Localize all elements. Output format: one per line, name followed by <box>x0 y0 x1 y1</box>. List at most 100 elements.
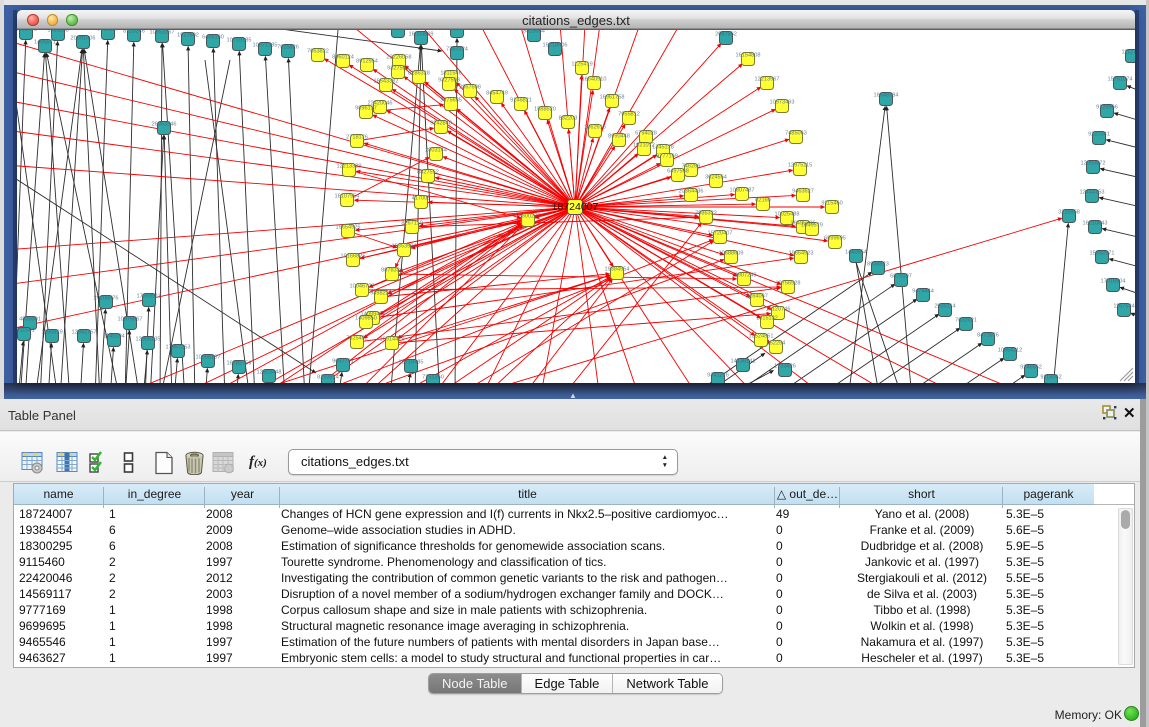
svg-text:62160: 62160 <box>755 198 771 204</box>
svg-text:6794028: 6794028 <box>635 131 657 137</box>
svg-text:16961758: 16961758 <box>600 95 625 101</box>
svg-text:12444153: 12444153 <box>1080 190 1105 196</box>
svg-text:10973493: 10973493 <box>770 100 795 106</box>
svg-text:19384554: 19384554 <box>605 267 630 273</box>
svg-text:16914479: 16914479 <box>380 337 405 343</box>
svg-text:7485063: 7485063 <box>785 131 807 137</box>
svg-text:19654925: 19654925 <box>336 225 361 231</box>
svg-text:1811546: 1811546 <box>440 71 461 77</box>
svg-text:16543382: 16543382 <box>374 79 399 85</box>
svg-text:1167534: 1167534 <box>1113 304 1134 310</box>
svg-text:8293514: 8293514 <box>317 375 339 381</box>
svg-text:12213967: 12213967 <box>755 77 780 83</box>
svg-text:17957253: 17957253 <box>166 345 191 351</box>
svg-text:1145194: 1145194 <box>103 334 124 340</box>
svg-text:23226058: 23226058 <box>387 55 412 61</box>
svg-text:3215958: 3215958 <box>1058 210 1080 216</box>
svg-text:8960124: 8960124 <box>332 55 354 61</box>
svg-text:16782759: 16782759 <box>227 361 252 367</box>
svg-text:15751074: 15751074 <box>1108 77 1133 83</box>
svg-text:16033809: 16033809 <box>409 32 434 38</box>
svg-text:832203: 832203 <box>559 116 578 122</box>
svg-text:20206576: 20206576 <box>94 296 119 302</box>
svg-text:12213389: 12213389 <box>337 164 362 170</box>
svg-text:20691406: 20691406 <box>71 36 96 42</box>
svg-text:8990448: 8990448 <box>608 134 630 140</box>
svg-text:7955812: 7955812 <box>618 112 640 118</box>
svg-text:16107554: 16107554 <box>335 194 360 200</box>
svg-text:9714927: 9714927 <box>97 30 119 33</box>
svg-text:19166825: 19166825 <box>341 254 366 260</box>
svg-text:417006: 417006 <box>412 196 431 202</box>
svg-text:9463627: 9463627 <box>792 189 814 195</box>
svg-text:18907249: 18907249 <box>732 273 757 279</box>
svg-text:3911541: 3911541 <box>17 328 35 334</box>
svg-text:1156819: 1156819 <box>41 330 62 336</box>
svg-text:19654923: 19654923 <box>789 251 814 257</box>
svg-text:1981168: 1981168 <box>47 30 68 34</box>
svg-text:19756928: 19756928 <box>776 281 801 287</box>
svg-text:9242848: 9242848 <box>430 121 452 127</box>
svg-text:1345178: 1345178 <box>652 145 674 151</box>
svg-text:12093872: 12093872 <box>1081 161 1106 167</box>
svg-text:3624554: 3624554 <box>705 175 727 181</box>
svg-text:9146821: 9146821 <box>510 98 532 104</box>
svg-text:6899695: 6899695 <box>824 236 846 242</box>
svg-text:2867608: 2867608 <box>459 85 481 91</box>
svg-text:15353594: 15353594 <box>392 244 417 250</box>
svg-text:8912954: 8912954 <box>356 59 378 65</box>
svg-text:12942757: 12942757 <box>72 330 97 336</box>
svg-text:9777169: 9777169 <box>656 154 678 160</box>
svg-text:4835001: 4835001 <box>19 317 41 323</box>
svg-text:10671385: 10671385 <box>253 43 278 49</box>
svg-text:9115460: 9115460 <box>821 201 842 207</box>
svg-text:10688609: 10688609 <box>719 251 744 257</box>
svg-text:2803144: 2803144 <box>425 148 447 154</box>
svg-text:9474444: 9474444 <box>912 289 934 295</box>
svg-text:9498222: 9498222 <box>370 291 392 297</box>
svg-text:15300273: 15300273 <box>516 214 541 220</box>
svg-text:1666838: 1666838 <box>387 30 409 31</box>
svg-text:3875685: 3875685 <box>440 98 462 104</box>
svg-text:14136141: 14136141 <box>731 359 756 365</box>
svg-text:12923448: 12923448 <box>257 370 282 376</box>
svg-text:6879197: 6879197 <box>890 274 912 280</box>
svg-text:19218906: 19218906 <box>543 43 568 49</box>
svg-text:15716485: 15716485 <box>399 360 424 366</box>
svg-text:9245652: 9245652 <box>1020 365 1042 371</box>
svg-text:8186328: 8186328 <box>408 71 430 77</box>
svg-text:17016504: 17016504 <box>1101 279 1126 285</box>
svg-text:10120746: 10120746 <box>766 307 791 313</box>
svg-text:8878334: 8878334 <box>381 268 403 274</box>
svg-text:1409850: 1409850 <box>355 316 377 322</box>
svg-text:9129966: 9129966 <box>1096 105 1118 111</box>
svg-text:7251360: 7251360 <box>422 375 444 381</box>
svg-text:8454749: 8454749 <box>486 91 508 97</box>
svg-text:12975115: 12975115 <box>788 163 812 169</box>
svg-text:9327503: 9327503 <box>387 66 409 72</box>
svg-text:9184067: 9184067 <box>746 294 768 300</box>
svg-text:6466160: 6466160 <box>202 35 224 41</box>
svg-text:10025488: 10025488 <box>775 212 800 218</box>
svg-text:10975867: 10975867 <box>118 317 143 323</box>
svg-text:16154808: 16154808 <box>736 53 761 59</box>
svg-text:16210643: 16210643 <box>1083 221 1108 227</box>
svg-text:9896137: 9896137 <box>355 106 377 112</box>
svg-text:10046728: 10046728 <box>350 284 375 290</box>
svg-text:8427552: 8427552 <box>417 170 439 176</box>
svg-text:7632621: 7632621 <box>955 318 977 324</box>
svg-text:7515526: 7515526 <box>277 45 299 51</box>
svg-text:7625402: 7625402 <box>346 336 368 342</box>
svg-text:10653267: 10653267 <box>150 30 175 36</box>
svg-text:10719185: 10719185 <box>227 38 252 44</box>
svg-text:9341276: 9341276 <box>707 373 729 379</box>
svg-text:18724007: 18724007 <box>552 201 599 213</box>
svg-text:2718176: 2718176 <box>346 135 368 141</box>
svg-text:1362615: 1362615 <box>584 125 606 131</box>
svg-text:9227341: 9227341 <box>1088 132 1110 138</box>
svg-text:26053346: 26053346 <box>152 122 177 128</box>
svg-text:8471676: 8471676 <box>977 333 999 339</box>
svg-text:1405571: 1405571 <box>34 40 56 46</box>
svg-text:8813054: 8813054 <box>523 30 545 35</box>
svg-text:9118062: 9118062 <box>1040 375 1061 381</box>
